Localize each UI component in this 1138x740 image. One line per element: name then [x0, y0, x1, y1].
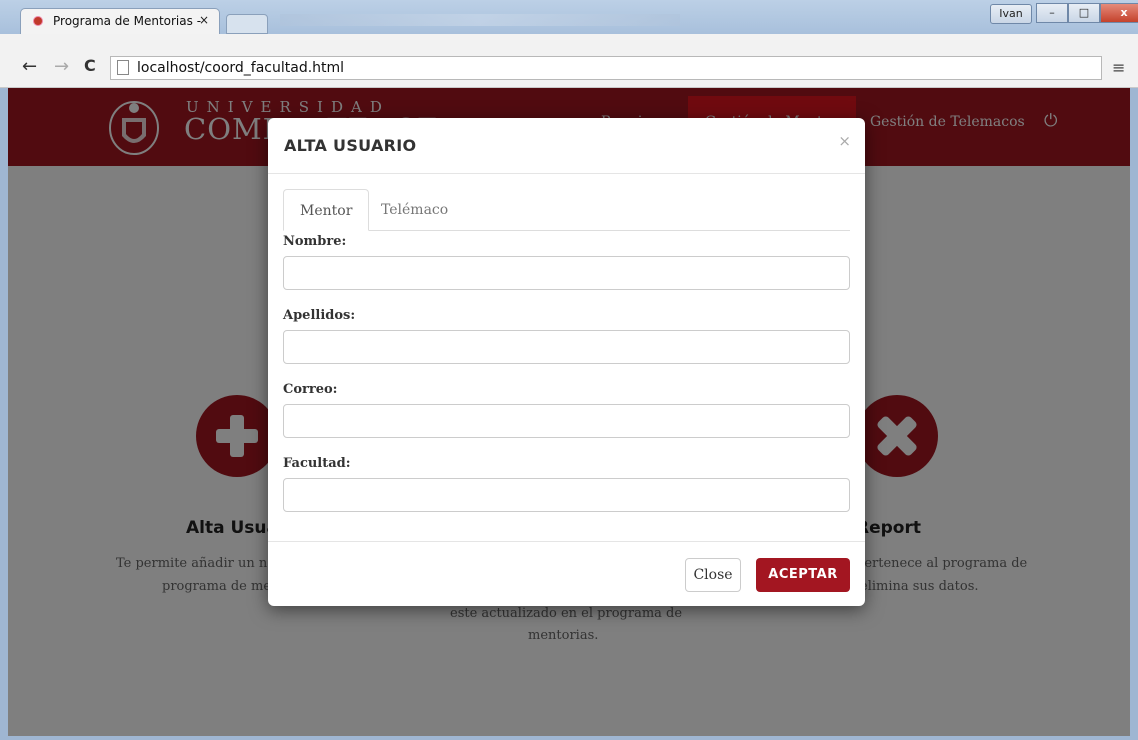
title-bar: Programa de Mentorias - × Ivan – □ x	[0, 0, 1138, 34]
background-tabs	[280, 14, 680, 26]
browser-menu-icon[interactable]: ≡	[1112, 58, 1125, 77]
url-text: localhost/coord_facultad.html	[137, 60, 345, 76]
user-type-tabs: Mentor Telémaco	[283, 189, 850, 231]
divider	[268, 173, 865, 174]
maximize-button[interactable]: □	[1068, 3, 1100, 23]
window-bottom-frame	[0, 736, 1138, 740]
alta-usuario-modal: ALTA USUARIO × Mentor Telémaco Nombre: A…	[268, 118, 865, 606]
address-bar[interactable]: localhost/coord_facultad.html	[110, 56, 1102, 80]
divider	[268, 541, 865, 542]
browser-window: Programa de Mentorias - × Ivan – □ x ← →…	[0, 0, 1138, 740]
window-close-button[interactable]: x	[1100, 3, 1138, 23]
minimize-button[interactable]: –	[1036, 3, 1068, 23]
user-profile-button[interactable]: Ivan	[990, 4, 1032, 24]
correo-input[interactable]	[283, 404, 850, 438]
close-button[interactable]: Close	[685, 558, 741, 592]
page-icon	[117, 60, 129, 75]
apellidos-label: Apellidos:	[283, 308, 356, 323]
facultad-label: Facultad:	[283, 456, 351, 471]
back-icon[interactable]: ←	[22, 56, 37, 77]
web-page: UNIVERSIDAD COMPLUTENSE Reunion Gestión …	[8, 88, 1130, 736]
modal-close-icon[interactable]: ×	[838, 132, 851, 150]
forward-icon[interactable]: →	[54, 56, 69, 77]
modal-title: ALTA USUARIO	[284, 136, 417, 155]
reload-icon[interactable]: C	[84, 56, 96, 75]
window-controls: – □ x	[1036, 3, 1138, 23]
tab-telemaco[interactable]: Telémaco	[365, 189, 464, 231]
browser-tab[interactable]: Programa de Mentorias - ×	[20, 8, 220, 34]
tab-close-icon[interactable]: ×	[199, 13, 209, 27]
favicon-icon	[33, 16, 43, 26]
facultad-input[interactable]	[283, 478, 850, 512]
new-tab-button[interactable]	[226, 14, 268, 34]
tab-mentor[interactable]: Mentor	[283, 189, 370, 231]
aceptar-button[interactable]: ACEPTAR	[756, 558, 850, 592]
nombre-label: Nombre:	[283, 234, 347, 249]
correo-label: Correo:	[283, 382, 338, 397]
apellidos-input[interactable]	[283, 330, 850, 364]
nombre-input[interactable]	[283, 256, 850, 290]
tab-title: Programa de Mentorias -	[53, 14, 202, 28]
